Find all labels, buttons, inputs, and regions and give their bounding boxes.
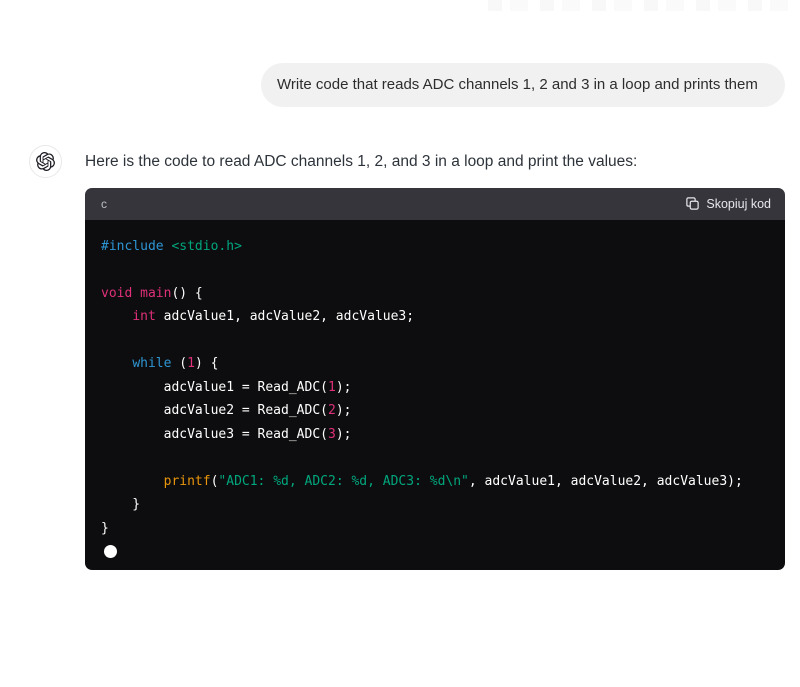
code-block-body: #include <stdio.h> void main() { int adc… [85, 219, 785, 570]
code-line: while (1) { [132, 356, 219, 371]
code-block: c Skopiuj kod #include <stdio.h> void ma… [85, 187, 785, 570]
code-line: int adcValue1, adcValue2, adcValue3; [132, 309, 415, 324]
user-message-row: Write code that reads ADC channels 1, 2 … [0, 0, 800, 107]
avatar [29, 144, 62, 178]
code-block-header: c Skopiuj kod [85, 187, 785, 220]
copy-button-label: Skopiuj kod [706, 196, 771, 211]
assistant-intro-text: Here is the code to read ADC channels 1,… [85, 152, 638, 170]
user-message-bubble: Write code that reads ADC channels 1, 2 … [261, 63, 785, 107]
cropped-text-artifact [488, 0, 800, 11]
code-content: #include <stdio.h> void main() { int adc… [101, 235, 769, 541]
code-line: printf("ADC1: %d, ADC2: %d, ADC3: %d\n",… [163, 473, 743, 489]
assistant-message-content: Here is the code to read ADC channels 1,… [85, 145, 785, 570]
openai-logo-icon [36, 151, 55, 171]
code-line: adcValue3 = Read_ADC(3); [101, 426, 352, 442]
code-line: } [101, 497, 141, 512]
code-line: adcValue1 = Read_ADC(1); [101, 379, 352, 395]
code-language-label: c [101, 196, 107, 211]
code-line: #include <stdio.h> [101, 238, 242, 254]
code-line: void main() { [101, 285, 203, 301]
code-line: } [101, 520, 109, 536]
copy-code-button[interactable]: Skopiuj kod [685, 196, 771, 211]
streaming-cursor [104, 545, 117, 558]
copy-icon [685, 196, 700, 211]
assistant-message-row: Here is the code to read ADC channels 1,… [0, 144, 800, 570]
code-line: adcValue2 = Read_ADC(2); [101, 403, 352, 418]
